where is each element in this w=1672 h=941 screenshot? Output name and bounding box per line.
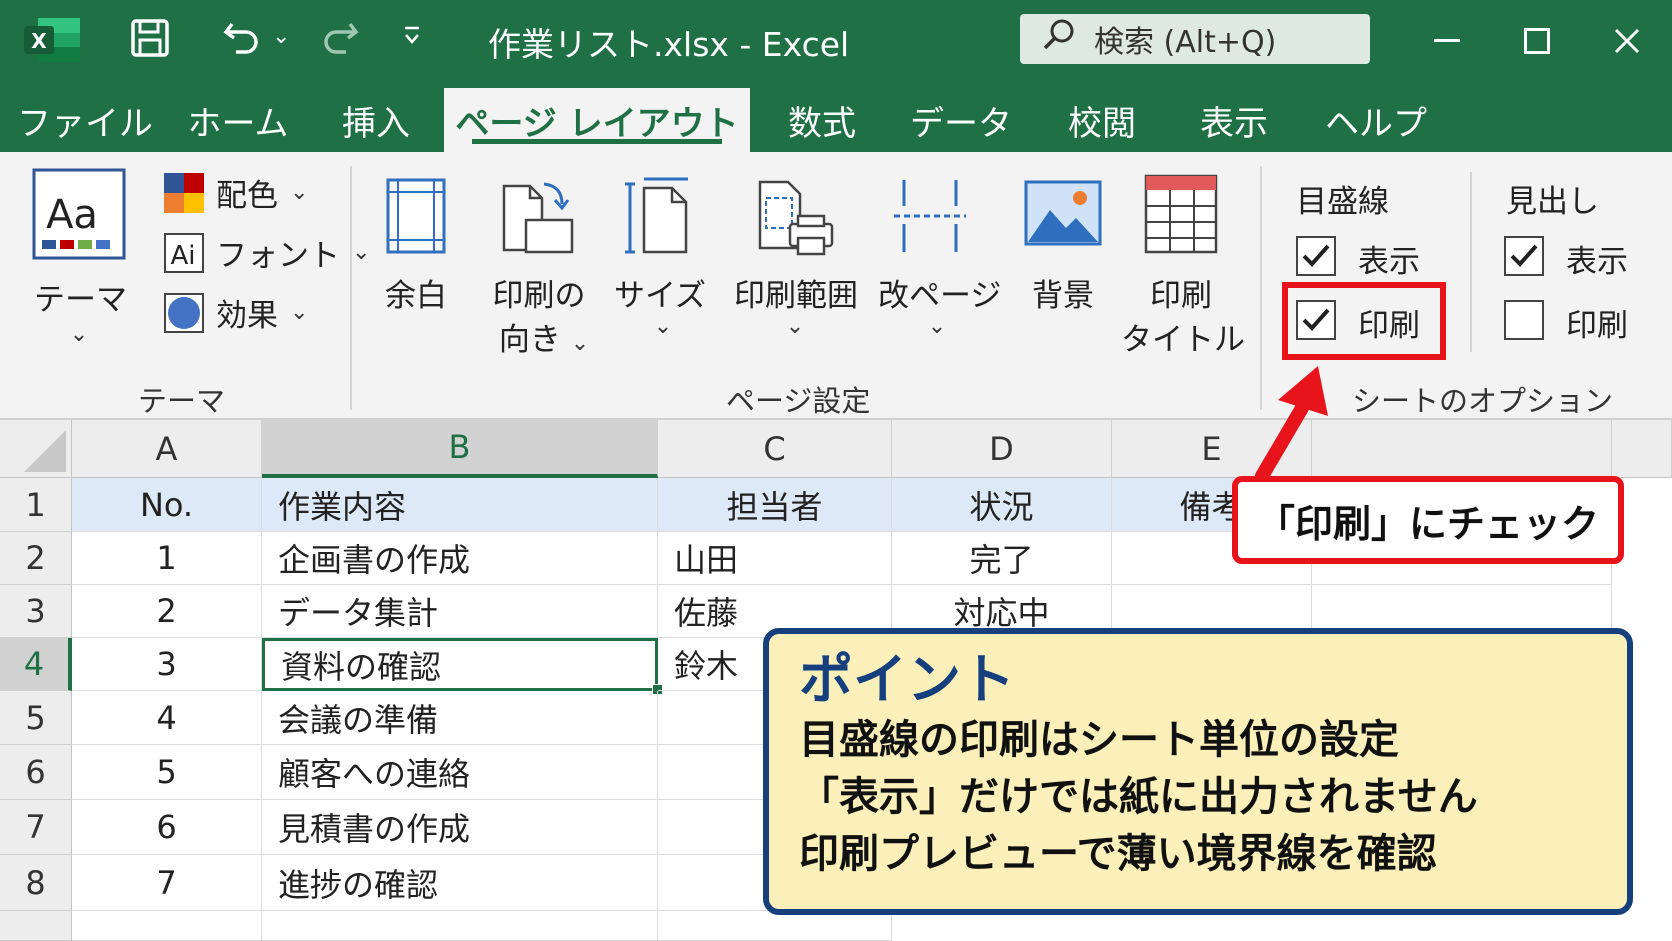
point-note-box: ポイント 目盛線の印刷はシート単位の設定 「表示」だけでは紙に出力されません 印… — [763, 628, 1633, 915]
point-line-1: 目盛線の印刷はシート単位の設定 — [799, 717, 1399, 763]
point-title: ポイント — [799, 648, 1015, 711]
point-line-2: 「表示」だけでは紙に出力されません — [799, 774, 1478, 820]
check-print-callout: 「印刷」にチェック — [1232, 476, 1624, 564]
point-line-3: 印刷プレビューで薄い境界線を確認 — [799, 831, 1437, 877]
